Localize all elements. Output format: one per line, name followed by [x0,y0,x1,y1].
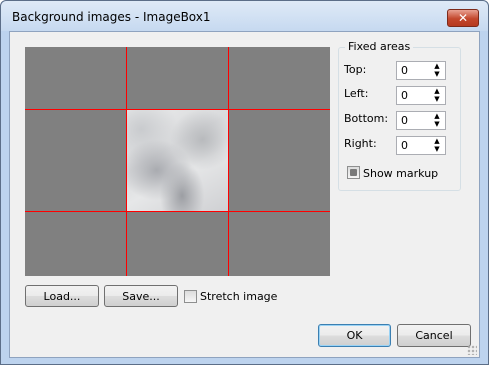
spin-down-icon[interactable]: ▼ [434,96,439,103]
ok-button[interactable]: OK [318,324,391,347]
markup-line-left [126,47,127,276]
stretch-image-label[interactable]: Stretch image [200,290,277,303]
spin-down-icon[interactable]: ▼ [434,146,439,153]
right-value: 0 [401,139,408,152]
load-button[interactable]: Load... [25,285,99,307]
left-value: 0 [401,89,408,102]
ok-button-label: OK [346,329,363,342]
spin-up-icon[interactable]: ▲ [434,113,439,120]
top-label: Top: [344,63,367,76]
dialog-window: Background images - ImageBox1 ✕ Fixed ar… [0,0,489,365]
markup-line-top [25,109,330,110]
spin-up-icon[interactable]: ▲ [434,138,439,145]
show-markup-label[interactable]: Show markup [363,167,438,180]
show-markup-checkbox[interactable] [347,166,360,179]
cancel-button[interactable]: Cancel [397,324,471,347]
markup-line-bottom [25,211,330,212]
fixed-areas-title: Fixed areas [345,40,414,53]
bottom-value: 0 [401,114,408,127]
resize-grip[interactable] [467,345,477,355]
dialog-client-area: Fixed areas Top: 0 ▲ ▼ Left: 0 ▲ ▼ Botto… [9,31,480,358]
marble-texture-image [126,109,228,211]
close-icon: ✕ [457,11,469,25]
image-preview[interactable] [25,47,330,276]
title-bar[interactable]: Background images - ImageBox1 ✕ [1,1,488,31]
top-spinner[interactable]: 0 ▲ ▼ [396,61,446,80]
spin-up-icon[interactable]: ▲ [434,63,439,70]
left-label: Left: [344,87,369,100]
top-value: 0 [401,64,408,77]
stretch-image-checkbox[interactable] [184,290,197,303]
spin-up-icon[interactable]: ▲ [434,88,439,95]
spin-down-icon[interactable]: ▼ [434,71,439,78]
load-button-label: Load... [43,289,81,303]
save-button[interactable]: Save... [104,285,178,307]
left-spinner[interactable]: 0 ▲ ▼ [396,86,446,105]
close-button[interactable]: ✕ [447,9,479,27]
bottom-spinner[interactable]: 0 ▲ ▼ [396,111,446,130]
markup-line-right [228,47,229,276]
right-spinner[interactable]: 0 ▲ ▼ [396,136,446,155]
save-button-label: Save... [122,289,160,303]
window-title: Background images - ImageBox1 [12,10,211,24]
cancel-button-label: Cancel [415,329,453,342]
spin-down-icon[interactable]: ▼ [434,121,439,128]
right-label: Right: [344,137,377,150]
bottom-label: Bottom: [344,112,389,125]
